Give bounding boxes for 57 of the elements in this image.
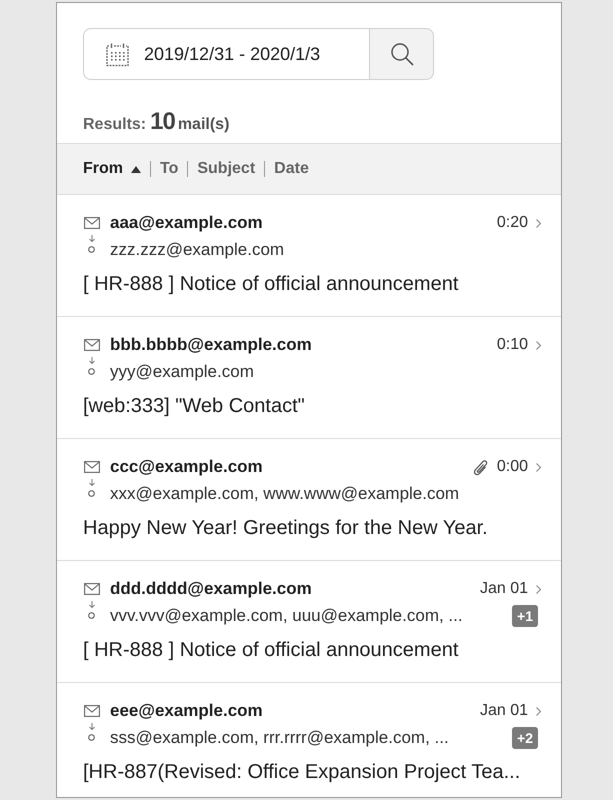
envelope-icon — [84, 217, 100, 229]
mail-time: Jan 01 — [480, 580, 528, 598]
down-arrow-icon — [89, 479, 95, 486]
mail-subject: [ HR-888 ] Notice of official announcement — [83, 638, 460, 663]
chevron-right-icon — [536, 462, 541, 472]
mail-time: 0:10 — [496, 336, 528, 354]
envelope-icon — [84, 705, 100, 717]
chevron-right-icon — [536, 584, 541, 594]
sender-address: aaa@example.com — [110, 213, 263, 233]
mail-subject: [ HR-888 ] Notice of official announcement — [83, 272, 460, 297]
ring-icon — [88, 490, 95, 497]
down-arrow-icon — [89, 601, 95, 608]
mail-row[interactable]: eee@example.com Jan 01 sss@example.com, rrr.rrrr@example.com, ... +2 [HR-887(Revised: Office Expansion Project Tea... — [57, 683, 561, 797]
mail-row[interactable]: bbb.bbbb@example.com 0:10 yyy@example.com [web:333] "Web Contact" — [57, 317, 561, 439]
date-range-field[interactable]: 2019/12/31 - 2020/1/3 — [83, 28, 369, 80]
search-button[interactable] — [369, 28, 434, 80]
mail-time: 0:00 — [496, 458, 528, 476]
ring-icon — [88, 368, 95, 375]
envelope-icon — [84, 583, 100, 595]
more-recipients-badge: +2 — [512, 727, 538, 749]
down-arrow-icon — [89, 723, 95, 730]
sort-tab[interactable]: To — [160, 160, 178, 178]
mail-row[interactable]: ddd.dddd@example.com Jan 01 vvv.vvv@example.com, uuu@example.com, ... +1 [ HR-888 ] Notice of official announcement — [57, 561, 561, 683]
mail-time: 0:20 — [496, 214, 528, 232]
ring-icon — [88, 612, 95, 619]
triangle-up-icon — [131, 166, 141, 172]
ring-icon — [88, 246, 95, 253]
more-recipients-badge: +1 — [512, 605, 538, 627]
chevron-right-icon — [536, 340, 541, 350]
mail-time: Jan 01 — [480, 702, 528, 720]
recipient-list: vvv.vvv@example.com, uuu@example.com, ... — [110, 606, 463, 626]
chevron-right-icon — [536, 706, 541, 716]
sort-tab[interactable]: Subject — [197, 160, 256, 178]
envelope-icon — [84, 461, 100, 473]
sender-address: ddd.dddd@example.com — [110, 579, 312, 599]
mail-row[interactable]: ccc@example.com 0:00 xxx@example.com, www.www@example.com Happy New Year! Greetings for the New Year. — [57, 439, 561, 561]
chevron-right-icon — [536, 218, 541, 228]
ring-icon — [88, 734, 95, 741]
envelope-icon — [84, 339, 100, 351]
down-arrow-icon — [89, 357, 95, 364]
sort-tab[interactable]: From — [83, 160, 141, 178]
mail-subject: [web:333] "Web Contact" — [83, 394, 306, 419]
sort-tab[interactable]: Date — [274, 160, 309, 178]
sender-address: eee@example.com — [110, 701, 263, 721]
sender-address: ccc@example.com — [110, 457, 263, 477]
search-icon — [390, 42, 414, 66]
calendar-icon — [105, 42, 130, 66]
results-summary: Results: 10 mail(s) — [83, 108, 230, 136]
down-arrow-icon — [89, 235, 95, 242]
sender-address: bbb.bbbb@example.com — [110, 335, 312, 355]
recipient-list: xxx@example.com, www.www@example.com — [110, 484, 460, 504]
recipient-list: zzz.zzz@example.com — [110, 240, 284, 260]
mail-row[interactable]: aaa@example.com 0:20 zzz.zzz@example.com [ HR-888 ] Notice of official announcement — [57, 195, 561, 317]
recipient-list: yyy@example.com — [110, 362, 254, 382]
mail-subject: [HR-887(Revised: Office Expansion Project Tea... — [83, 760, 522, 785]
recipient-list: sss@example.com, rrr.rrrr@example.com, ... — [110, 728, 449, 748]
mail-subject: Happy New Year! Greetings for the New Year. — [83, 516, 489, 541]
